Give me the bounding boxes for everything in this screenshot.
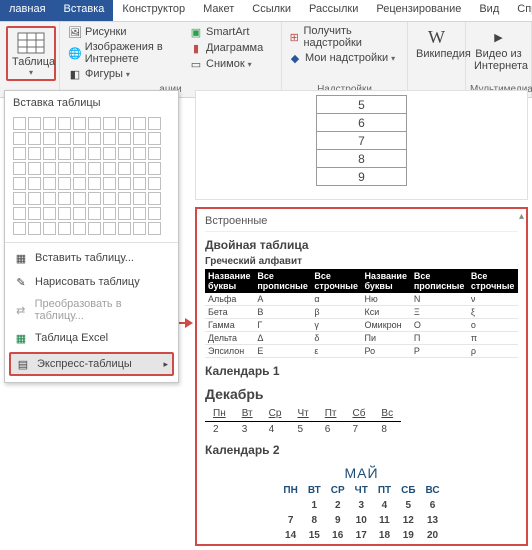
table-dropdown-header: Вставка таблицы [5,95,178,113]
online-video-button[interactable]: ▶ Видео из Интернета [470,24,527,74]
smartart-button[interactable]: ▣ SmartArt [187,24,277,40]
online-pictures-button[interactable]: 🌐 Изображения в Интернете [66,40,187,66]
video-icon: ▶ [485,26,513,48]
table-button[interactable]: Таблица ▾ [6,26,56,81]
picture-icon: 🖼 [68,25,82,39]
wikipedia-icon: W [423,26,451,48]
grid-icon: ▦ [13,250,29,266]
table-dropdown: Вставка таблицы ▦ Вставить таблицу... ✎ … [4,90,179,383]
table-button-label: Таблица [12,56,50,68]
preview-double-table-label: Двойная таблица [205,238,518,252]
shapes-button[interactable]: ◧ Фигуры▾ [66,66,187,82]
ribbon: Таблица ▾ 🖼 Рисунки 🌐 Изображения в Инте… [0,22,532,98]
globe-picture-icon: 🌐 [68,46,82,60]
wikipedia-button[interactable]: W Википедия [412,24,461,62]
tab-insert[interactable]: Вставка [55,0,114,21]
chevron-right-icon: ▸ [163,359,168,370]
preview-builtin-header: Встроенные [205,213,518,232]
tab-layout[interactable]: Макет [194,0,243,21]
greek-table[interactable]: Название буквыВсе прописныеВсе строчныеН… [205,269,518,358]
tab-view[interactable]: Вид [470,0,508,21]
menu-draw-table[interactable]: ✎ Нарисовать таблицу [5,270,178,294]
document-sample-table: 56789 [316,95,407,186]
chart-button[interactable]: ▮ Диаграмма [187,40,277,56]
my-addins-button[interactable]: ◆ Мои надстройки▾ [286,50,403,66]
menu-insert-table[interactable]: ▦ Вставить таблицу... [5,246,178,270]
get-addins-button[interactable]: ⊞ Получить надстройки [286,24,403,50]
quick-tables-icon: ▤ [15,356,31,372]
chevron-down-icon: ▾ [12,68,50,77]
menu-quick-tables[interactable]: ▤ Экспресс-таблицы ▸ [9,352,174,376]
preview-calendar1-label: Календарь 1 [205,364,518,378]
insert-table-grid[interactable] [5,113,178,239]
quick-tables-preview[interactable]: ▴ Встроенные Двойная таблица Греческий а… [195,207,528,546]
chart-icon: ▮ [189,41,203,55]
calendar-1[interactable]: Декабрь ПнВтСрЧтПтСбВс2345678 [205,382,518,437]
scroll-up-icon[interactable]: ▴ [519,211,524,222]
tab-mailings[interactable]: Рассылки [300,0,367,21]
tab-constructor[interactable]: Конструктор [113,0,194,21]
convert-icon: ⇄ [13,302,29,318]
calendar2-month: МАЙ [205,463,518,483]
ribbon-tabs: лавная Вставка Конструктор Макет Ссылки … [0,0,532,22]
screenshot-icon: ▭ [189,57,203,71]
calendar1-month: Декабрь [205,382,518,406]
pencil-icon: ✎ [13,274,29,290]
smartart-icon: ▣ [189,25,203,39]
excel-icon: ▦ [13,330,29,346]
pictures-button[interactable]: 🖼 Рисунки [66,24,187,40]
tab-review[interactable]: Рецензирование [367,0,470,21]
menu-excel-table[interactable]: ▦ Таблица Excel [5,326,178,350]
tab-references[interactable]: Ссылки [243,0,300,21]
calendar-2[interactable]: МАЙ ПНВТСРЧТПТСБВС1234567891011121314151… [205,463,518,546]
table-icon [17,32,45,54]
preview-calendar2-label: Календарь 2 [205,443,518,457]
store-icon: ⊞ [288,30,300,44]
menu-convert-text: ⇄ Преобразовать в таблицу... [5,294,178,326]
shapes-icon: ◧ [68,67,82,81]
tab-home[interactable]: лавная [0,0,55,21]
greek-alphabet-title: Греческий алфавит [205,256,518,267]
document-area[interactable]: 56789 [195,90,528,200]
screenshot-button[interactable]: ▭ Снимок▾ [187,56,277,72]
tab-help[interactable]: Справка [508,0,532,21]
addins-icon: ◆ [288,51,302,65]
